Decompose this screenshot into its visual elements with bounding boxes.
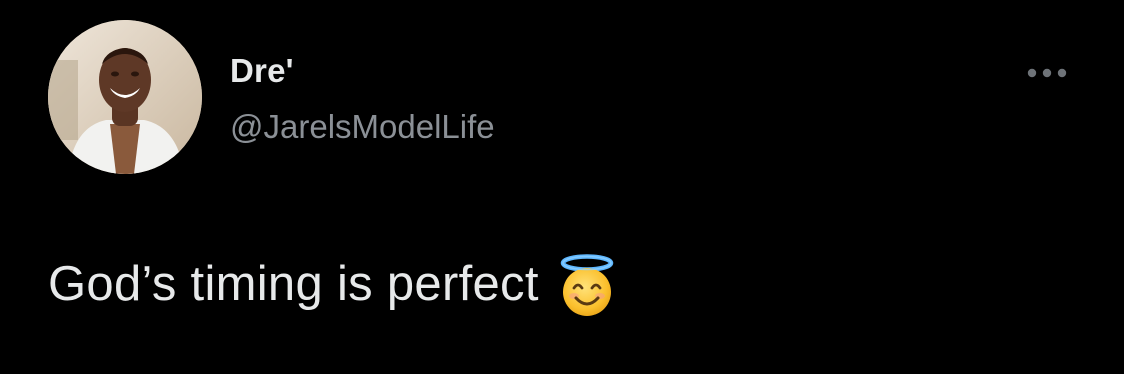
tweet-body: God’s timing is perfect bbox=[48, 252, 617, 316]
author-display-name[interactable]: Dre' bbox=[230, 52, 294, 90]
tweet-card: Dre' @JarelsModelLife God’s timing is pe… bbox=[0, 0, 1124, 374]
avatar[interactable] bbox=[48, 20, 202, 174]
more-horizontal-icon bbox=[1027, 68, 1067, 78]
avatar-image bbox=[48, 20, 202, 174]
more-options-button[interactable] bbox=[1022, 58, 1074, 88]
smiling-face-with-halo-icon bbox=[557, 254, 617, 318]
author-handle[interactable]: @JarelsModelLife bbox=[230, 108, 495, 146]
tweet-text: God’s timing is perfect bbox=[48, 257, 539, 311]
